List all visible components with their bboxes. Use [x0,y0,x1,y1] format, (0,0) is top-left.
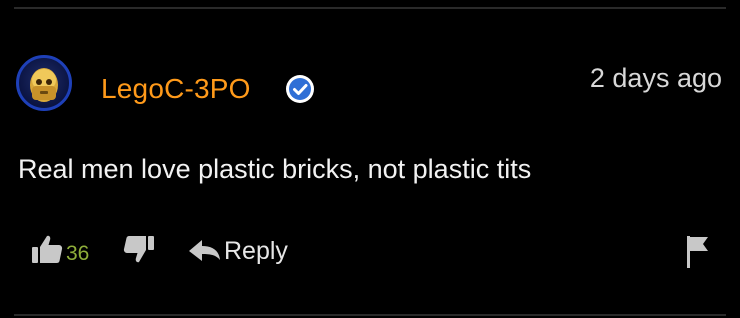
c3po-avatar-icon [30,68,58,102]
thumbs-up-icon [32,235,63,263]
dislike-button[interactable] [122,234,156,266]
reply-label: Reply [224,237,288,265]
bottom-divider [14,314,726,316]
comment-text: Real men love plastic bricks, not plasti… [18,154,532,184]
thumbs-down-icon [123,236,154,263]
flag-icon [687,236,708,268]
reply-arrow-icon [189,240,220,261]
verified-check-icon [285,74,315,104]
user-avatar[interactable] [16,55,72,111]
comment-username[interactable]: LegoC-3PO [101,73,251,105]
like-button[interactable] [30,232,64,266]
top-divider [14,7,726,9]
comment-timestamp: 2 days ago [589,63,722,93]
like-count: 36 [66,242,90,265]
report-flag-button[interactable] [684,234,712,270]
reply-button[interactable]: Reply [187,236,288,266]
